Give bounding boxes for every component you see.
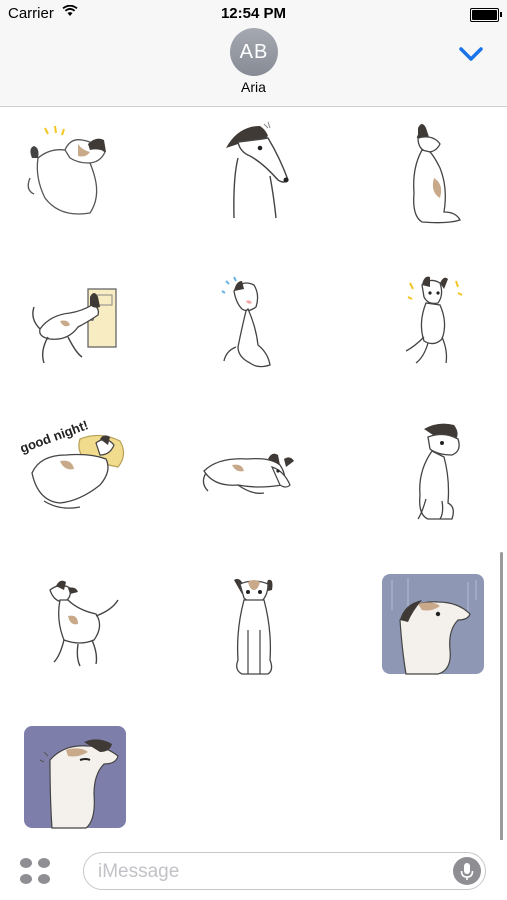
sticker-grid: good night! bbox=[0, 107, 507, 837]
battery-icon bbox=[470, 8, 502, 22]
sticker-dog-crying[interactable] bbox=[188, 259, 318, 384]
sticker-dog-sitting-back[interactable] bbox=[368, 110, 498, 235]
dog-good-night-illustration: good night! bbox=[20, 417, 125, 509]
dog-sitting-front-illustration bbox=[234, 578, 273, 675]
contact-avatar[interactable]: AB bbox=[230, 28, 278, 76]
sticker-dog-surprised[interactable] bbox=[188, 110, 318, 235]
dog-surprised-illustration bbox=[226, 121, 289, 218]
dog-crying-illustration bbox=[221, 276, 271, 367]
contact-name[interactable]: Aria bbox=[0, 79, 507, 95]
sticker-dog-walking[interactable] bbox=[10, 562, 140, 687]
sticker-dog-gloomy-portrait[interactable] bbox=[10, 714, 140, 839]
sticker-dog-good-night[interactable]: good night! bbox=[10, 407, 140, 532]
dog-dizzy-illustration bbox=[27, 125, 106, 215]
sticker-dog-sitting-front[interactable] bbox=[188, 562, 318, 687]
sticker-dog-at-door[interactable] bbox=[10, 259, 140, 384]
microphone-icon[interactable] bbox=[453, 857, 481, 885]
dog-rain-portrait-illustration bbox=[382, 573, 484, 675]
conversation-header: AB Aria bbox=[0, 28, 507, 107]
sticker-dog-lying-down[interactable] bbox=[188, 407, 318, 532]
sticker-dog-sitting-tilted[interactable] bbox=[368, 407, 498, 532]
status-bar: Carrier 12:54 PM bbox=[0, 0, 507, 28]
dog-sitting-back-illustration bbox=[413, 123, 461, 223]
message-field[interactable] bbox=[83, 852, 486, 891]
scrollbar[interactable] bbox=[500, 552, 503, 842]
app-drawer-icon[interactable] bbox=[20, 858, 52, 886]
status-time: 12:54 PM bbox=[220, 5, 287, 22]
message-input-bar bbox=[0, 840, 507, 900]
sticker-dog-dizzy[interactable] bbox=[10, 110, 140, 235]
dog-rolling-illustration bbox=[405, 276, 463, 364]
dog-lying-down-illustration bbox=[202, 453, 294, 494]
dog-walking-illustration bbox=[49, 580, 119, 666]
chevron-down-icon[interactable] bbox=[457, 44, 485, 64]
imessage-input[interactable] bbox=[96, 853, 440, 891]
sticker-dog-rain-portrait[interactable] bbox=[368, 562, 498, 687]
dog-sitting-tilted-illustration bbox=[417, 423, 460, 520]
sticker-dog-rolling[interactable] bbox=[368, 259, 498, 384]
dog-gloomy-portrait-illustration bbox=[24, 725, 126, 829]
dog-at-door-illustration bbox=[32, 287, 117, 363]
